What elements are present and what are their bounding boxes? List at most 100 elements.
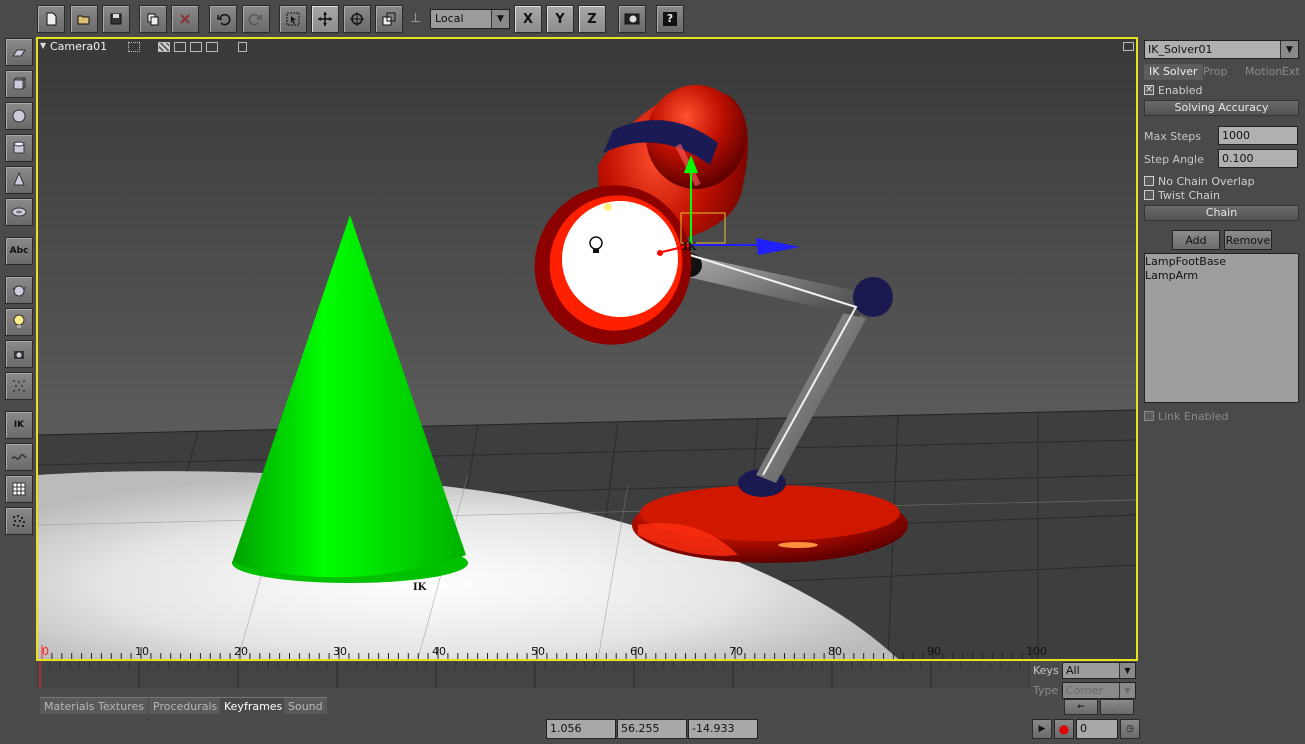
chevron-down-icon: ▼ xyxy=(1119,683,1135,698)
section-chain[interactable]: Chain xyxy=(1144,205,1299,221)
clock-icon[interactable]: ◷ xyxy=(1120,719,1140,739)
tab-ext[interactable]: Ext xyxy=(1277,64,1305,80)
delete-icon[interactable] xyxy=(171,5,199,33)
ik-label-top: IK xyxy=(683,242,697,253)
section-solving-accuracy[interactable]: Solving Accuracy xyxy=(1144,100,1299,116)
shaded-mode-icon[interactable] xyxy=(158,42,170,52)
tab-ik-solver[interactable]: IK Solver xyxy=(1144,64,1203,80)
app-window: ⊥ Local ▼ X Y Z ? Abc IK ▼ Camera01 IK I… xyxy=(0,0,1305,744)
checkbox-icon xyxy=(1144,190,1154,200)
wireframe-mode-icon[interactable] xyxy=(128,42,140,52)
particles-icon[interactable] xyxy=(5,372,33,400)
chain-list[interactable]: LampFootBase LampArm xyxy=(1144,253,1299,403)
3d-viewport[interactable]: ▼ Camera01 IK IK 0 10 20 30 40 50 60 70 … xyxy=(36,37,1138,661)
key-tangent-icon[interactable]: ⇜ xyxy=(1064,699,1098,715)
copy-icon[interactable] xyxy=(139,5,167,33)
open-folder-icon[interactable] xyxy=(70,5,98,33)
camera-icon[interactable] xyxy=(5,340,33,368)
ruler-tick-label: 0 xyxy=(42,645,49,658)
viewport-camera-title[interactable]: Camera01 xyxy=(50,40,107,53)
maximize-viewport-icon[interactable] xyxy=(1123,42,1134,51)
ik-label-bottom: IK xyxy=(413,582,427,593)
checkbox-icon xyxy=(1144,411,1154,421)
ruler-tick-label: 100 xyxy=(1026,645,1047,658)
max-steps-label: Max Steps xyxy=(1144,130,1202,143)
new-file-icon[interactable] xyxy=(37,5,65,33)
ruler-tick-label: 50 xyxy=(531,645,545,658)
tab-procedurals[interactable]: Procedurals xyxy=(149,697,222,714)
enabled-checkbox[interactable]: ✕ Enabled xyxy=(1144,83,1202,97)
coord-z-field[interactable]: -14.933 xyxy=(688,719,758,739)
list-item[interactable]: LampFootBase xyxy=(1145,255,1298,269)
twist-chain-checkbox[interactable]: Twist Chain xyxy=(1144,188,1220,202)
axis-z-toggle[interactable]: Z xyxy=(578,5,606,33)
object-select[interactable]: IK_Solver01 ▼ xyxy=(1144,40,1299,59)
tab-textures[interactable]: Textures xyxy=(94,697,148,714)
scene-render[interactable]: IK IK 0 10 20 30 40 50 60 70 80 90 100 xyxy=(38,55,1136,659)
delete-key-icon[interactable]: ✕ xyxy=(1100,699,1134,715)
add-chain-button[interactable]: Add xyxy=(1172,230,1220,250)
max-steps-input[interactable]: 1000 xyxy=(1218,126,1298,145)
remove-chain-button[interactable]: Remove xyxy=(1224,230,1272,250)
undo-icon[interactable] xyxy=(209,5,237,33)
enabled-label: Enabled xyxy=(1158,83,1203,97)
viewport-options-icon[interactable] xyxy=(238,42,247,52)
torus-icon[interactable] xyxy=(5,198,33,226)
help-icon: ? xyxy=(663,12,677,26)
rotate-tool-icon[interactable] xyxy=(343,5,371,33)
grid-icon[interactable] xyxy=(5,475,33,503)
help-button[interactable]: ? xyxy=(656,5,684,33)
ruler-tick-label: 20 xyxy=(234,645,248,658)
noise-icon[interactable] xyxy=(5,507,33,535)
render-preview-icon[interactable] xyxy=(618,5,646,33)
tab-prop[interactable]: Prop xyxy=(1198,64,1232,80)
layout-double-icon[interactable] xyxy=(190,42,202,52)
step-angle-input[interactable]: 0.100 xyxy=(1218,149,1298,168)
coord-y-field[interactable]: 56.255 xyxy=(617,719,687,739)
checkbox-checked-icon: ✕ xyxy=(1144,85,1154,95)
move-tool-icon[interactable] xyxy=(311,5,339,33)
coord-x-field[interactable]: 1.056 xyxy=(546,719,616,739)
keys-value: All xyxy=(1066,664,1080,677)
cylinder-icon[interactable] xyxy=(5,134,33,162)
record-icon[interactable]: ● xyxy=(1054,719,1074,739)
coordinate-space-select[interactable]: Local ▼ xyxy=(430,9,510,29)
keys-select[interactable]: All ▼ xyxy=(1062,662,1136,679)
checkbox-icon xyxy=(1144,176,1154,186)
select-tool-icon[interactable] xyxy=(279,5,307,33)
current-frame-field[interactable]: 0 xyxy=(1076,719,1118,739)
axis-x-toggle[interactable]: X xyxy=(514,5,542,33)
ik-tool-icon[interactable]: IK xyxy=(5,411,33,439)
plane-icon[interactable] xyxy=(5,38,33,66)
no-chain-overlap-checkbox[interactable]: No Chain Overlap xyxy=(1144,174,1255,188)
scale-tool-icon[interactable] xyxy=(375,5,403,33)
timeline-ruler[interactable]: 0 10 20 30 40 50 60 70 80 90 100 xyxy=(38,645,1136,659)
cone-icon[interactable] xyxy=(5,166,33,194)
tab-sound[interactable]: Sound xyxy=(284,697,327,714)
link-enabled-checkbox[interactable]: Link Enabled xyxy=(1144,409,1228,423)
type-select[interactable]: Corner ▼ xyxy=(1062,682,1136,699)
text-tool-icon[interactable]: Abc xyxy=(5,237,33,265)
tab-keyframes[interactable]: Keyframes xyxy=(220,697,287,714)
ruler-tick-label: 60 xyxy=(630,645,644,658)
teapot-icon[interactable] xyxy=(5,276,33,304)
list-item[interactable]: LampArm xyxy=(1145,269,1298,283)
object-select-value: IK_Solver01 xyxy=(1148,43,1213,56)
play-icon[interactable]: ▶ xyxy=(1032,719,1052,739)
cube-icon[interactable] xyxy=(5,70,33,98)
save-icon[interactable] xyxy=(102,5,130,33)
layout-single-icon[interactable] xyxy=(174,42,186,52)
light-icon[interactable] xyxy=(5,308,33,336)
tab-materials[interactable]: Materials xyxy=(40,697,99,714)
type-value: Corner xyxy=(1066,684,1104,697)
curve-icon[interactable] xyxy=(5,443,33,471)
redo-icon[interactable] xyxy=(242,5,270,33)
axis-y-toggle[interactable]: Y xyxy=(546,5,574,33)
viewport-menu-icon[interactable]: ▼ xyxy=(40,41,46,50)
keyframe-track[interactable] xyxy=(36,662,1031,688)
layout-quad-icon[interactable] xyxy=(206,42,218,52)
coordinate-space-icon: ⊥ xyxy=(410,11,422,26)
main-toolbar: ⊥ Local ▼ X Y Z ? xyxy=(0,0,1305,36)
sphere-icon[interactable] xyxy=(5,102,33,130)
ruler-tick-label: 80 xyxy=(828,645,842,658)
